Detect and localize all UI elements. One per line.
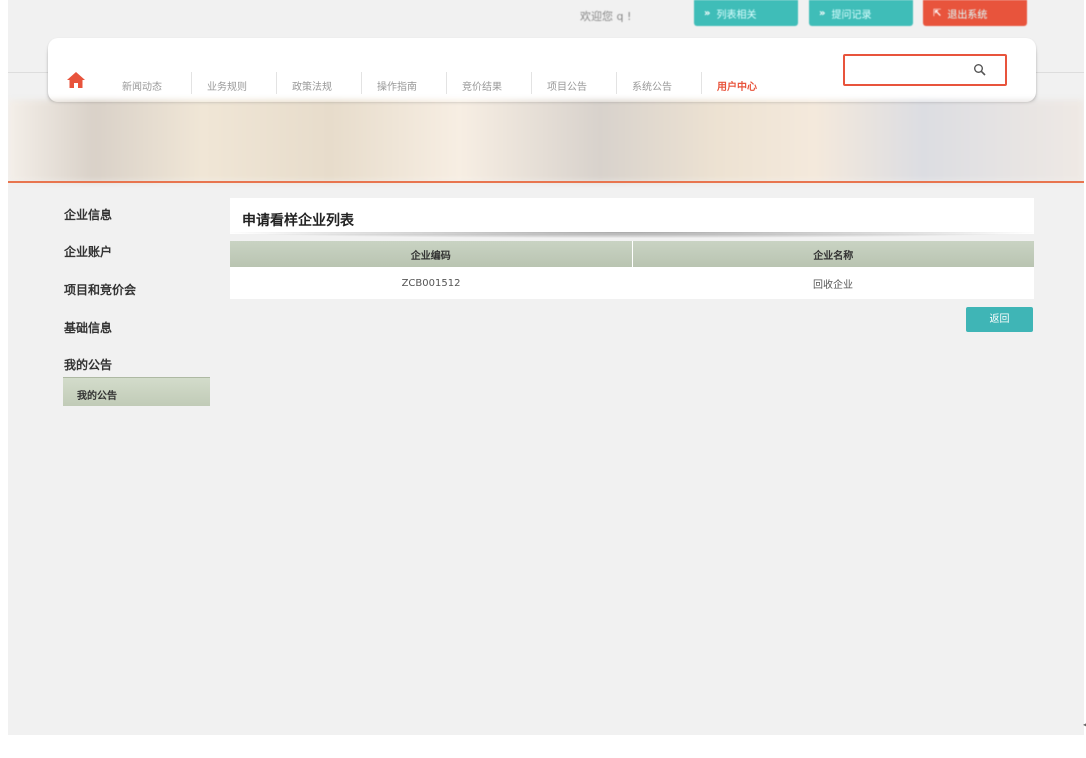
nav-item-news[interactable]: 新闻动态 xyxy=(122,78,162,93)
page: 欢迎您 q ! » 列表相关 » 提问记录 ⇱ 退出系统 新闻动态 业务规则 政… xyxy=(8,0,1084,735)
nav-item-policy[interactable]: 政策法规 xyxy=(292,78,332,93)
nav-separator xyxy=(446,72,447,94)
nav-item-system-notice[interactable]: 系统公告 xyxy=(632,78,672,93)
nav-item-guide[interactable]: 操作指南 xyxy=(377,78,417,93)
nav-item-results[interactable]: 竞价结果 xyxy=(462,78,502,93)
exit-icon: ⇱ xyxy=(933,7,942,19)
sidebar-item-projects-auctions[interactable]: 项目和竞价会 xyxy=(64,281,136,298)
banner-divider xyxy=(8,181,1084,183)
nav-separator xyxy=(276,72,277,94)
table-row[interactable]: ZCB001512 回收企业 xyxy=(230,267,1034,299)
table-header-row: 企业编码 企业名称 xyxy=(230,241,1034,267)
sidebar-item-company-account[interactable]: 企业账户 xyxy=(64,243,112,260)
sidebar-item-basic-info[interactable]: 基础信息 xyxy=(64,319,112,336)
nav-divider-right xyxy=(1036,72,1084,73)
nav-separator xyxy=(616,72,617,94)
nav-separator xyxy=(361,72,362,94)
logout-button-label: 退出系统 xyxy=(947,9,988,21)
nav-divider-left xyxy=(8,72,48,73)
panel-divider xyxy=(230,232,1034,238)
column-header-company-code: 企业编码 xyxy=(230,241,633,267)
double-chevron-icon: » xyxy=(704,7,711,19)
welcome-text: 欢迎您 q ! xyxy=(580,10,632,23)
header-button-1-label: 列表相关 xyxy=(716,9,757,21)
page-title: 申请看样企业列表 xyxy=(242,213,354,229)
nav-separator xyxy=(191,72,192,94)
nav-separator xyxy=(531,72,532,94)
company-table: 企业编码 企业名称 ZCB001512 回收企业 xyxy=(230,241,1034,299)
header-button-2-label: 提问记录 xyxy=(831,9,872,21)
nav-item-project-notice[interactable]: 项目公告 xyxy=(547,78,587,93)
sidebar-item-company-info[interactable]: 企业信息 xyxy=(64,206,112,223)
sidebar-subitem-my-notices[interactable]: 我的公告 xyxy=(63,377,210,406)
cell-company-name: 回收企业 xyxy=(632,267,1034,299)
nav-item-user-center[interactable]: 用户中心 xyxy=(717,78,757,93)
double-chevron-icon: » xyxy=(819,7,826,19)
back-button[interactable]: 返回 xyxy=(966,307,1033,332)
main-nav: 新闻动态 业务规则 政策法规 操作指南 竞价结果 项目公告 系统公告 用户中心 xyxy=(48,38,1036,102)
logout-button[interactable]: ⇱ 退出系统 xyxy=(923,0,1027,26)
search-icon[interactable] xyxy=(973,63,987,77)
nav-item-rules[interactable]: 业务规则 xyxy=(207,78,247,93)
top-bar: 欢迎您 q ! » 列表相关 » 提问记录 ⇱ 退出系统 xyxy=(8,0,1084,30)
cell-company-code: ZCB001512 xyxy=(230,267,632,299)
home-icon[interactable] xyxy=(66,71,86,89)
header-button-1[interactable]: » 列表相关 xyxy=(694,0,798,26)
search-input[interactable] xyxy=(843,54,1007,86)
sidebar-item-my-notices[interactable]: 我的公告 xyxy=(64,356,112,373)
nav-separator xyxy=(701,72,702,94)
panel-header: 申请看样企业列表 xyxy=(230,198,1034,234)
header-button-2[interactable]: » 提问记录 xyxy=(809,0,913,26)
banner-image xyxy=(8,100,1084,182)
column-header-company-name: 企业名称 xyxy=(632,241,1034,267)
